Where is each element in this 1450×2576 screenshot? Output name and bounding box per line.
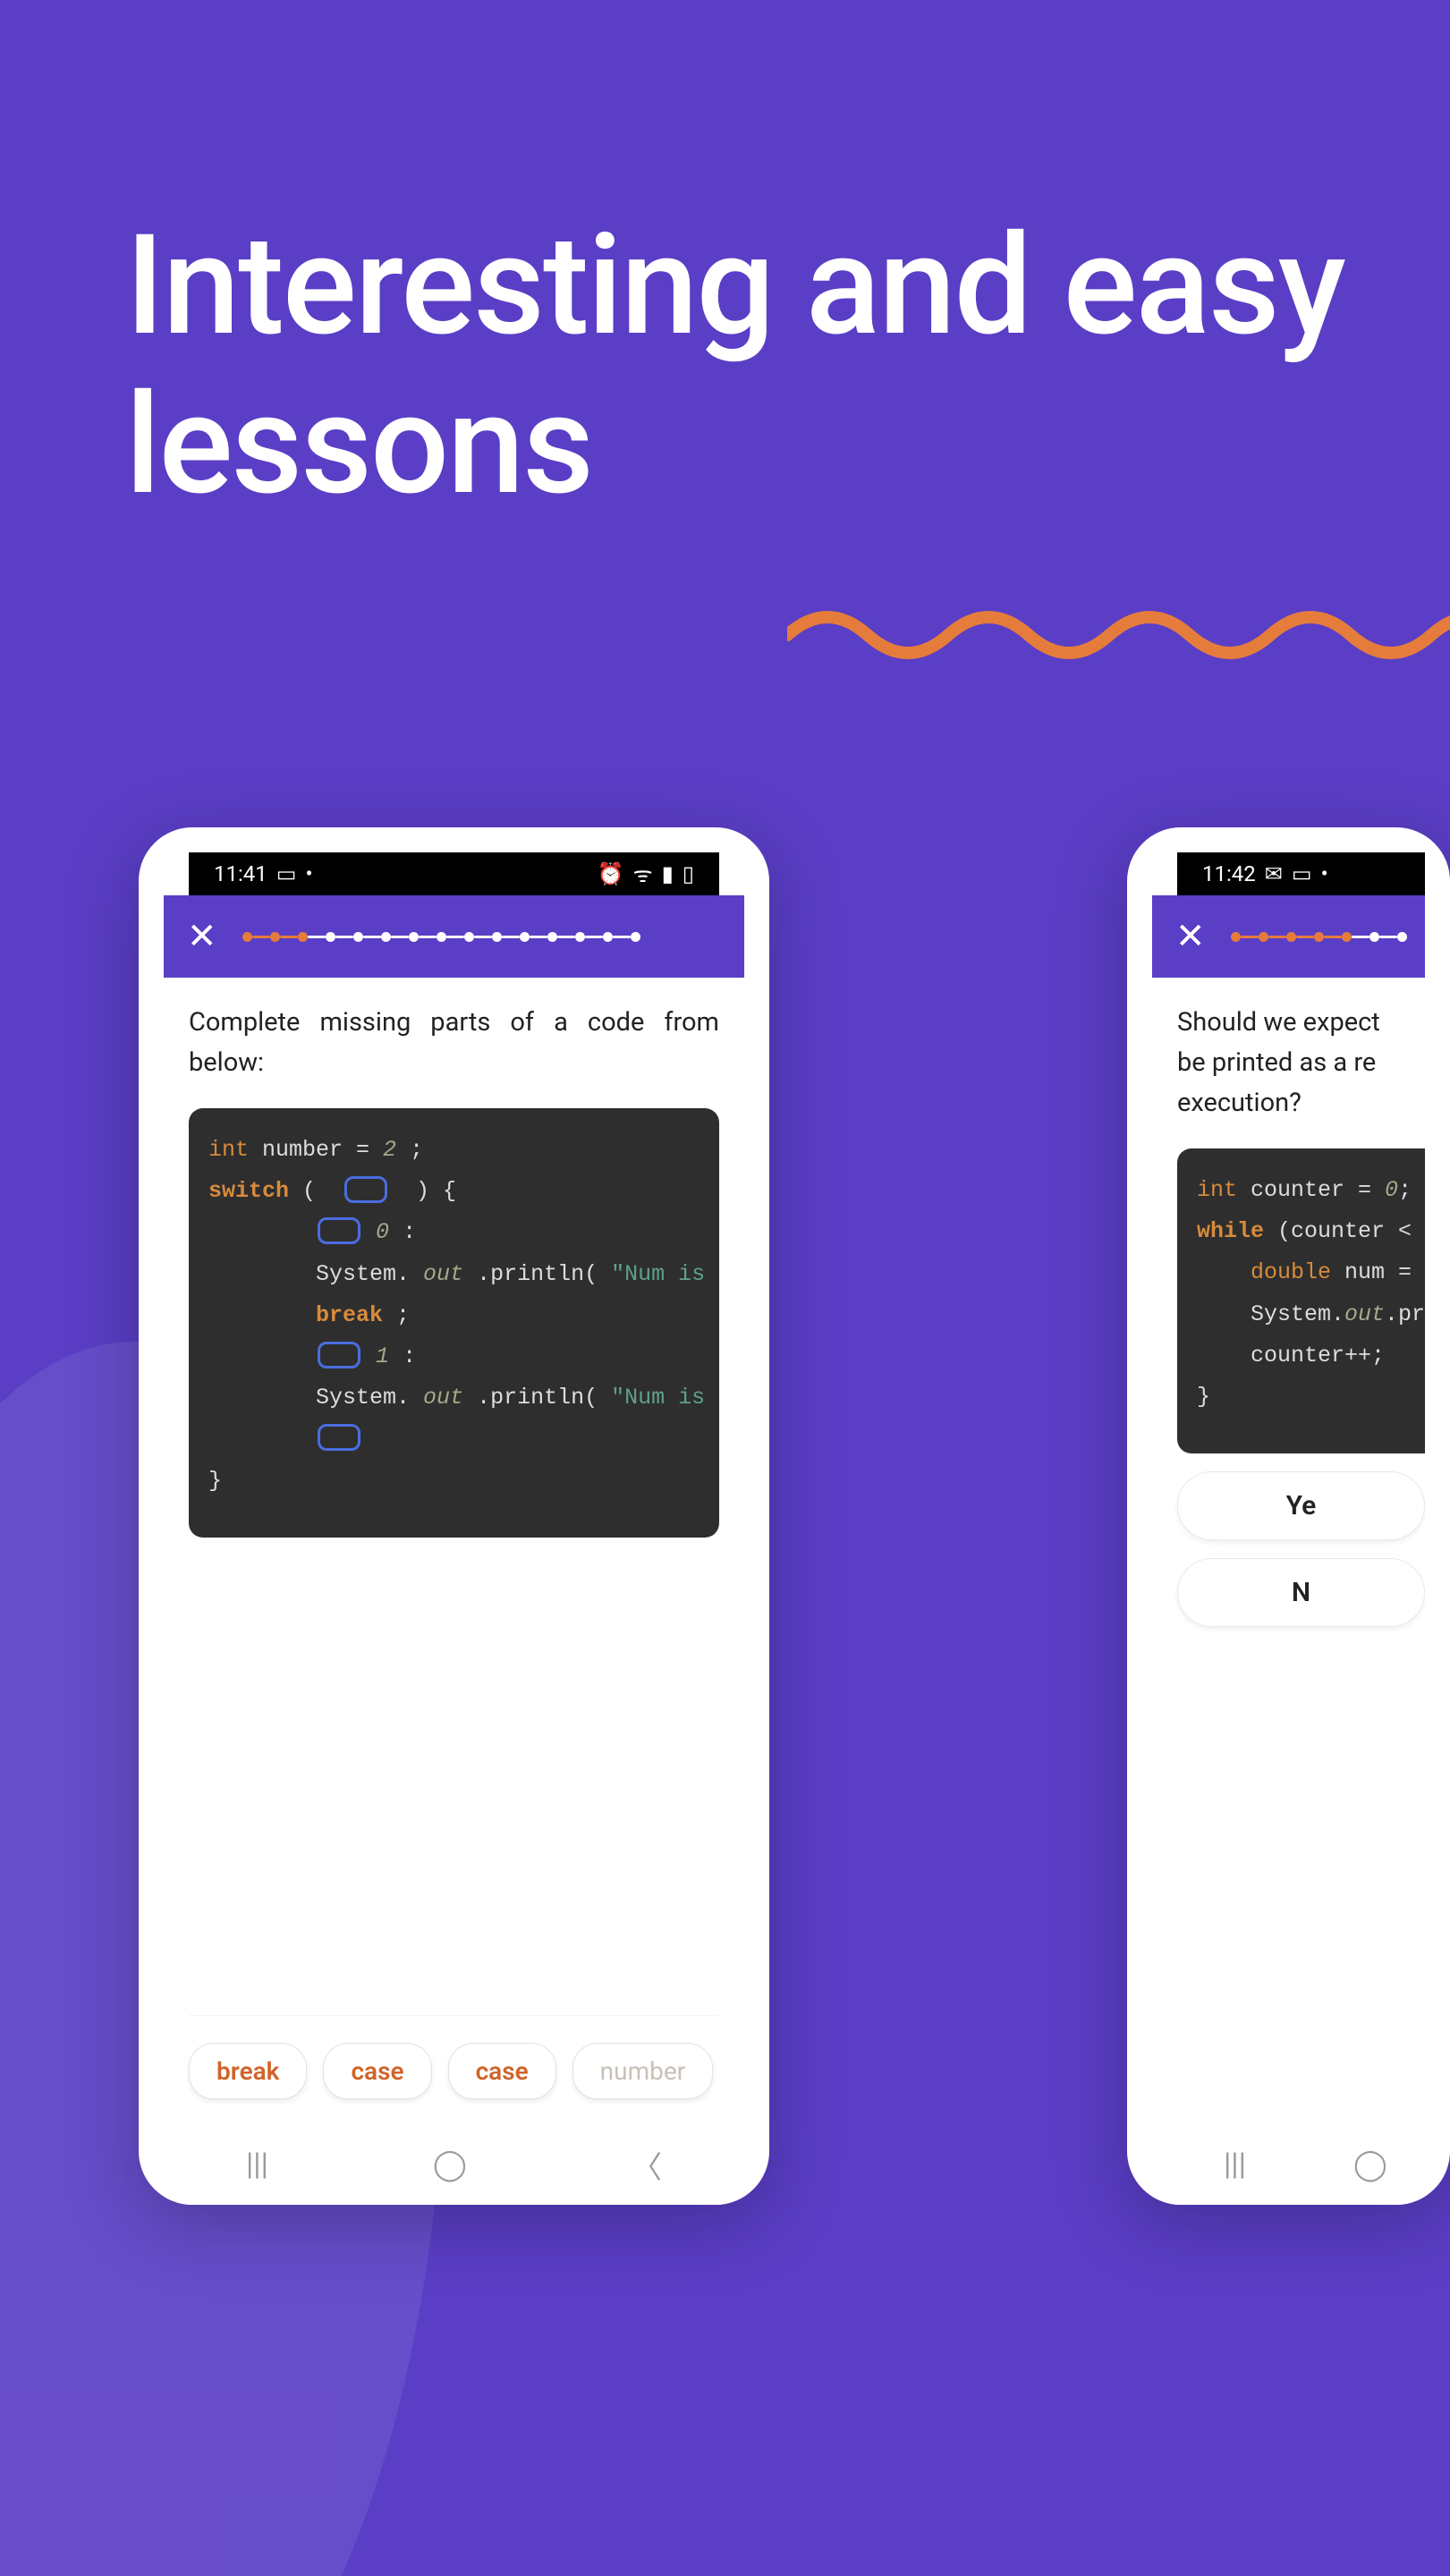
- chip-case[interactable]: case: [448, 2043, 556, 2099]
- progress-track: [242, 932, 728, 942]
- kw-switch: switch: [208, 1178, 289, 1204]
- home-icon[interactable]: ◯: [1353, 2147, 1387, 2182]
- status-pic-icon: ▭: [1292, 861, 1312, 886]
- answer-button[interactable]: Ye: [1177, 1471, 1425, 1540]
- blank-slot-3[interactable]: [318, 1342, 360, 1368]
- home-icon[interactable]: ◯: [433, 2147, 467, 2182]
- status-dots-icon: •: [305, 861, 312, 886]
- status-dots-icon: •: [1321, 861, 1328, 886]
- progress-step: [381, 932, 391, 942]
- messenger-icon: ✉: [1265, 861, 1283, 886]
- progress-step: [1342, 932, 1352, 942]
- chip-number[interactable]: number: [572, 2043, 714, 2099]
- progress-step: [298, 932, 308, 942]
- squiggle-underline: [787, 599, 1450, 671]
- hero-line2: lessons: [125, 363, 592, 526]
- chip-break[interactable]: break: [189, 2043, 307, 2099]
- back-icon[interactable]: 〈: [632, 2143, 662, 2187]
- answer-button[interactable]: N: [1177, 1558, 1425, 1627]
- signal-icon: ▮: [662, 861, 674, 886]
- progress-step: [547, 932, 557, 942]
- status-bar: 11:41 ▭ • ⏰ ᯤ ▮ ▯: [189, 852, 719, 895]
- answer-buttons: Ye N: [1177, 1453, 1425, 1627]
- blank-slot-1[interactable]: [344, 1176, 387, 1203]
- recent-apps-icon[interactable]: |||: [246, 2147, 268, 2182]
- lesson-prompt: Should we expect be printed as a re exec…: [1177, 1003, 1425, 1123]
- progress-step: [1231, 932, 1241, 942]
- progress-step: [270, 932, 280, 942]
- close-icon[interactable]: ✕: [1168, 911, 1213, 962]
- progress-step: [409, 932, 419, 942]
- battery-icon: ▯: [683, 861, 694, 886]
- close-icon[interactable]: ✕: [180, 911, 225, 962]
- status-pic-icon: ▭: [276, 861, 297, 886]
- chip-case[interactable]: case: [323, 2043, 431, 2099]
- code-block: int counter = 0; while (counter < 10) do…: [1177, 1148, 1425, 1454]
- progress-step: [575, 932, 585, 942]
- android-navbar: ||| ◯ 〈: [164, 2124, 744, 2205]
- hero-line1: Interesting and easy: [125, 204, 1344, 367]
- status-time: 11:42: [1202, 861, 1256, 886]
- progress-track: [1231, 932, 1409, 942]
- progress-step: [520, 932, 530, 942]
- lesson-header: ✕: [1152, 895, 1425, 978]
- blank-slot-2[interactable]: [318, 1217, 360, 1244]
- phone-mockup-1: 11:41 ▭ • ⏰ ᯤ ▮ ▯ ✕ Complete missing par…: [139, 827, 769, 2205]
- progress-step: [1397, 932, 1407, 942]
- android-navbar: ||| ◯: [1152, 2124, 1425, 2205]
- progress-step: [326, 932, 335, 942]
- progress-step: [353, 932, 363, 942]
- code-block: int number = 2 ; switch ( ) { 0 : System…: [189, 1108, 719, 1538]
- alarm-icon: ⏰: [598, 861, 624, 886]
- lesson-header: ✕: [164, 895, 744, 978]
- progress-step: [631, 932, 640, 942]
- status-bar: 11:42 ✉ ▭ •: [1177, 852, 1425, 895]
- progress-step: [1286, 932, 1296, 942]
- progress-step: [437, 932, 446, 942]
- kw-break: break: [316, 1302, 383, 1328]
- wifi-icon: ᯤ: [633, 860, 653, 889]
- kw-int: int: [208, 1137, 249, 1163]
- answer-chips: break case case number: [189, 2015, 719, 2099]
- progress-step: [1314, 932, 1324, 942]
- progress-step: [1369, 932, 1379, 942]
- hero: Interesting and easy lessons: [125, 206, 1450, 525]
- progress-step: [492, 932, 502, 942]
- lesson-prompt: Complete missing parts of a code from be…: [189, 1003, 719, 1083]
- blank-slot-4[interactable]: [318, 1424, 360, 1451]
- progress-step: [603, 932, 613, 942]
- progress-step: [464, 932, 474, 942]
- phone-mockup-2: 11:42 ✉ ▭ • ✕ Should we expect be printe…: [1127, 827, 1450, 2205]
- status-time: 11:41: [214, 861, 267, 886]
- recent-apps-icon[interactable]: |||: [1224, 2147, 1246, 2182]
- progress-step: [1259, 932, 1268, 942]
- progress-step: [242, 932, 252, 942]
